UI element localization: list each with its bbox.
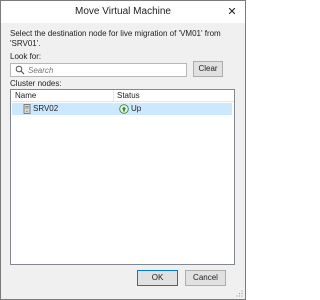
cancel-button[interactable]: Cancel: [185, 270, 226, 286]
search-input[interactable]: [28, 64, 178, 76]
look-for-label: Look for:: [10, 52, 42, 61]
column-header-name[interactable]: Name: [15, 91, 36, 100]
status-up-icon: [119, 104, 129, 114]
dialog-window: Move Virtual Machine ✕ Select the destin…: [0, 0, 246, 300]
table-row[interactable]: SRV02 Up: [12, 103, 232, 115]
clear-button[interactable]: Clear: [193, 61, 223, 77]
title-bar[interactable]: Move Virtual Machine ✕: [1, 1, 245, 23]
search-box[interactable]: [10, 63, 187, 77]
close-icon[interactable]: ✕: [225, 6, 239, 18]
cluster-nodes-label: Cluster nodes:: [10, 79, 62, 88]
column-header-status[interactable]: Status: [117, 91, 140, 100]
column-divider[interactable]: [113, 90, 114, 101]
description-text: Select the destination node for live mig…: [10, 29, 221, 48]
node-name: SRV02: [33, 104, 59, 113]
ok-button[interactable]: OK: [137, 270, 178, 286]
cluster-nodes-list[interactable]: Name Status SRV02 Up: [10, 89, 235, 265]
server-icon: [23, 104, 31, 114]
list-header: Name Status: [11, 90, 234, 102]
search-icon: [15, 65, 25, 75]
window-title: Move Virtual Machine: [75, 6, 171, 17]
resize-grip-icon[interactable]: [235, 289, 243, 297]
node-status: Up: [131, 104, 142, 113]
dialog-content: Select the destination node for live mig…: [1, 23, 245, 299]
